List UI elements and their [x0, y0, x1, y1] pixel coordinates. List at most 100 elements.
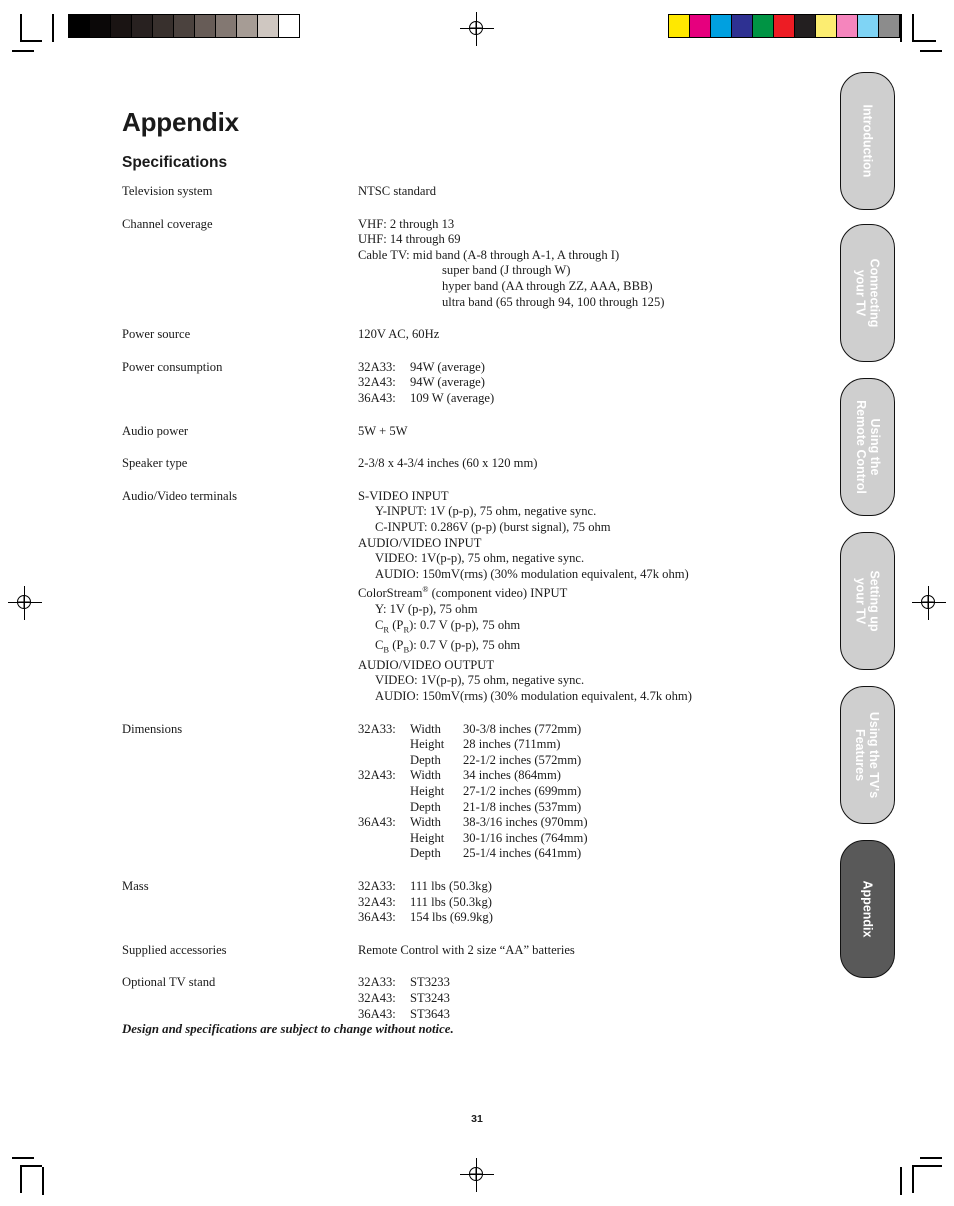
- spec-value-line: Cable TV: mid band (A-8 through A-1, A t…: [358, 247, 620, 262]
- spec-row: Power source 120V AC, 60Hz: [122, 327, 822, 343]
- terminal-item: C-INPUT: 0.286V (p-p) (burst signal), 75…: [375, 519, 611, 534]
- side-tab-introduction[interactable]: Introduction: [840, 72, 895, 210]
- crop-mark-line: [20, 14, 22, 42]
- dimension-row: Height 30-1/16 inches (764mm): [410, 831, 822, 847]
- side-tab-navigation: Introduction Connecting your TV Using the Re…: [840, 0, 900, 1206]
- spec-kv-key: 36A43:: [358, 910, 396, 925]
- crop-mark-line: [52, 14, 54, 42]
- spec-kv-value: 94W (average): [410, 375, 485, 390]
- spec-value: 32A33: Width 30-3/8 inches (772mm) Height 28…: [358, 722, 822, 862]
- spec-kv-row: 36A43: 109 W (average): [358, 391, 822, 407]
- crop-mark-line: [912, 14, 914, 42]
- dimension-name: Depth: [410, 799, 441, 814]
- color-swatch: [795, 15, 816, 37]
- page-title: Appendix: [122, 107, 239, 137]
- dimension-value: 27-1/2 inches (699mm): [463, 784, 582, 799]
- dimension-group: 36A43: Width 38-3/16 inches (970mm) Height 3…: [358, 815, 822, 862]
- spec-value: 120V AC, 60Hz: [358, 327, 822, 343]
- spec-label: Mass: [122, 879, 149, 893]
- registration-mark-bottom: [460, 1158, 494, 1192]
- dimension-row: Width 30-3/8 inches (772mm): [410, 722, 822, 738]
- crop-mark-line: [920, 1157, 942, 1159]
- spec-row: Speaker type 2-3/8 x 4-3/4 inches (60 x 1…: [122, 456, 822, 472]
- spec-kv-value: ST3243: [410, 990, 450, 1005]
- dimension-value: 34 inches (864mm): [463, 768, 561, 783]
- dimension-row: Height 27-1/2 inches (699mm): [410, 784, 822, 800]
- terminal-item: AUDIO: 150mV(rms) (30% modulation equiva…: [375, 566, 689, 581]
- dimension-value: 22-1/2 inches (572mm): [463, 752, 582, 767]
- side-tab-using-the-tv-s-features[interactable]: Using the TV's Features: [840, 686, 895, 824]
- dimension-value: 21-1/8 inches (537mm): [463, 799, 582, 814]
- spec-label: Supplied accessories: [122, 942, 227, 957]
- dimension-rows: Width 30-3/8 inches (772mm) Height 28 inche…: [410, 722, 822, 769]
- spec-label: Speaker type: [122, 456, 188, 471]
- spec-row: Channel coverage VHF: 2 through 13 UHF: 14…: [122, 217, 822, 311]
- crop-mark-line: [20, 1165, 22, 1193]
- subscript: R: [403, 624, 410, 635]
- side-tab-setting-up-your-tv[interactable]: Setting up your TV: [840, 532, 895, 670]
- spec-kv-row: 32A33: 94W (average): [358, 360, 822, 376]
- spec-kv-value: 154 lbs (69.9kg): [410, 910, 493, 925]
- terminal-item: CB (PB): 0.7 V (p-p), 75 ohm: [375, 637, 521, 655]
- spec-value-line: 5W + 5W: [358, 423, 408, 438]
- spec-kv-key: 32A33:: [358, 879, 396, 893]
- spec-kv-row: 36A43: ST3643: [358, 1007, 822, 1023]
- spec-label: Channel coverage: [122, 216, 213, 231]
- dimension-group: 32A33: Width 30-3/8 inches (772mm) Height 28…: [358, 722, 822, 769]
- section-heading: Specifications: [122, 154, 228, 171]
- grayscale-step-wedge: [68, 14, 300, 38]
- dimension-row: Width 38-3/16 inches (970mm): [410, 815, 822, 831]
- crop-mark-line: [912, 40, 936, 42]
- spec-value: 5W + 5W: [358, 424, 822, 440]
- spec-value: S-VIDEO INPUT Y-INPUT: 1V (p-p), 75 ohm, …: [358, 489, 822, 705]
- spec-kv-value: ST3233: [410, 975, 450, 990]
- gray-swatch: [279, 15, 299, 37]
- crop-mark-line: [912, 1165, 914, 1193]
- spec-label: Audio/Video terminals: [122, 488, 238, 503]
- crop-mark-line: [900, 1167, 902, 1195]
- spec-row: Mass 32A33: 111 lbs (50.3kg) 32A43: 111 lbs …: [122, 879, 822, 926]
- spec-label: Television system: [122, 184, 213, 198]
- spec-label: Optional TV stand: [122, 975, 216, 990]
- spec-value-line: 2-3/8 x 4-3/4 inches (60 x 120 mm): [358, 456, 538, 471]
- side-tab-label: Introduction: [860, 104, 875, 178]
- side-tab-using-the-remote-control[interactable]: Using the Remote Control: [840, 378, 895, 516]
- dimension-value: 30-3/8 inches (772mm): [463, 721, 582, 736]
- spec-row: Audio/Video terminals S-VIDEO INPUT Y-INPU…: [122, 489, 822, 705]
- registration-ring: [469, 21, 483, 35]
- registration-mark-right: [912, 586, 946, 620]
- dimension-name: Width: [410, 721, 441, 736]
- dimension-row: Depth 25-1/4 inches (641mm): [410, 846, 822, 862]
- color-swatch: [816, 15, 837, 37]
- dimension-name: Depth: [410, 846, 441, 861]
- spec-kv-value: 111 lbs (50.3kg): [410, 879, 492, 893]
- spec-row: Audio power 5W + 5W: [122, 424, 822, 440]
- crop-mark-line: [920, 50, 942, 52]
- dimension-name: Height: [410, 830, 445, 845]
- registered-trademark-icon: ®: [422, 585, 429, 595]
- dimension-value: 30-1/16 inches (764mm): [463, 830, 588, 845]
- side-tab-label: Appendix: [860, 880, 875, 938]
- color-swatch: [669, 15, 690, 37]
- crop-mark-line: [42, 1167, 44, 1195]
- spec-kv-row: 32A43: 94W (average): [358, 375, 822, 391]
- dimension-name: Width: [410, 815, 441, 830]
- terminal-item: Y-INPUT: 1V (p-p), 75 ohm, negative sync…: [375, 504, 597, 519]
- spec-kv-key: 32A43:: [358, 894, 396, 909]
- side-tab-appendix[interactable]: Appendix: [840, 840, 895, 978]
- spec-kv-row: 32A33: 111 lbs (50.3kg): [358, 879, 822, 895]
- spec-kv-row: 32A43: ST3243: [358, 991, 822, 1007]
- side-tab-connecting-your-tv[interactable]: Connecting your TV: [840, 224, 895, 362]
- spec-value-line: NTSC standard: [358, 184, 437, 198]
- color-swatch: [711, 15, 732, 37]
- subscript: B: [403, 644, 410, 655]
- spec-value: VHF: 2 through 13 UHF: 14 through 69 Cable…: [358, 217, 822, 311]
- spec-kv-key: 36A43:: [358, 390, 396, 405]
- terminal-block-heading: S-VIDEO INPUT: [358, 488, 449, 503]
- spec-value-line: VHF: 2 through 13: [358, 216, 455, 231]
- crop-mark-line: [12, 1157, 34, 1159]
- spec-label: Power source: [122, 327, 191, 342]
- side-tab-label: Setting up your TV: [853, 570, 882, 632]
- crop-mark-line: [12, 50, 34, 52]
- dimension-rows: Width 38-3/16 inches (970mm) Height 30-1/16…: [410, 815, 822, 862]
